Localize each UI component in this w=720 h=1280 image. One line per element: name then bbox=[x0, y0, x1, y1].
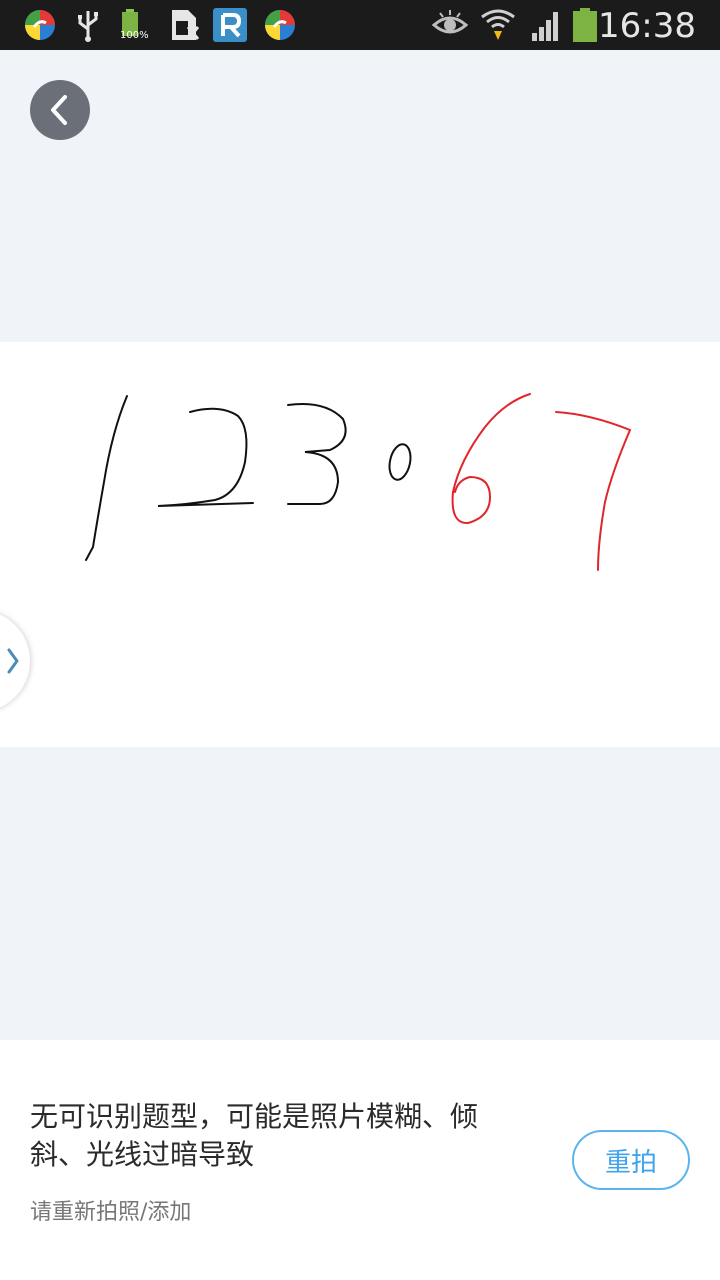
chevron-right-icon bbox=[7, 648, 19, 674]
usb-icon bbox=[78, 11, 98, 42]
handwritten-numbers-image bbox=[85, 393, 632, 571]
status-time: 16:38 bbox=[598, 6, 696, 46]
sim-card-icon bbox=[172, 10, 200, 40]
retake-button[interactable]: 重拍 bbox=[572, 1130, 690, 1190]
result-panel: 无可识别题型，可能是照片模糊、倾斜、光线过暗导致 请重新拍照/添加 重拍 bbox=[0, 1040, 720, 1280]
r-app-icon bbox=[213, 8, 247, 42]
app-notification-icon bbox=[25, 10, 55, 40]
status-bar: 100% 16:38 bbox=[0, 0, 720, 50]
captured-photo bbox=[0, 342, 720, 747]
error-message: 无可识别题型，可能是照片模糊、倾斜、光线过暗导致 bbox=[30, 1100, 479, 1171]
back-button[interactable] bbox=[30, 80, 90, 140]
eye-icon bbox=[432, 10, 468, 34]
chevron-left-icon bbox=[51, 95, 67, 125]
app-notification-icon-2 bbox=[265, 10, 295, 40]
retake-hint: 请重新拍照/添加 bbox=[30, 1200, 192, 1225]
wifi-icon bbox=[481, 9, 515, 40]
cell-signal-icon bbox=[532, 12, 558, 41]
battery-percent-label: 100% bbox=[120, 30, 149, 41]
